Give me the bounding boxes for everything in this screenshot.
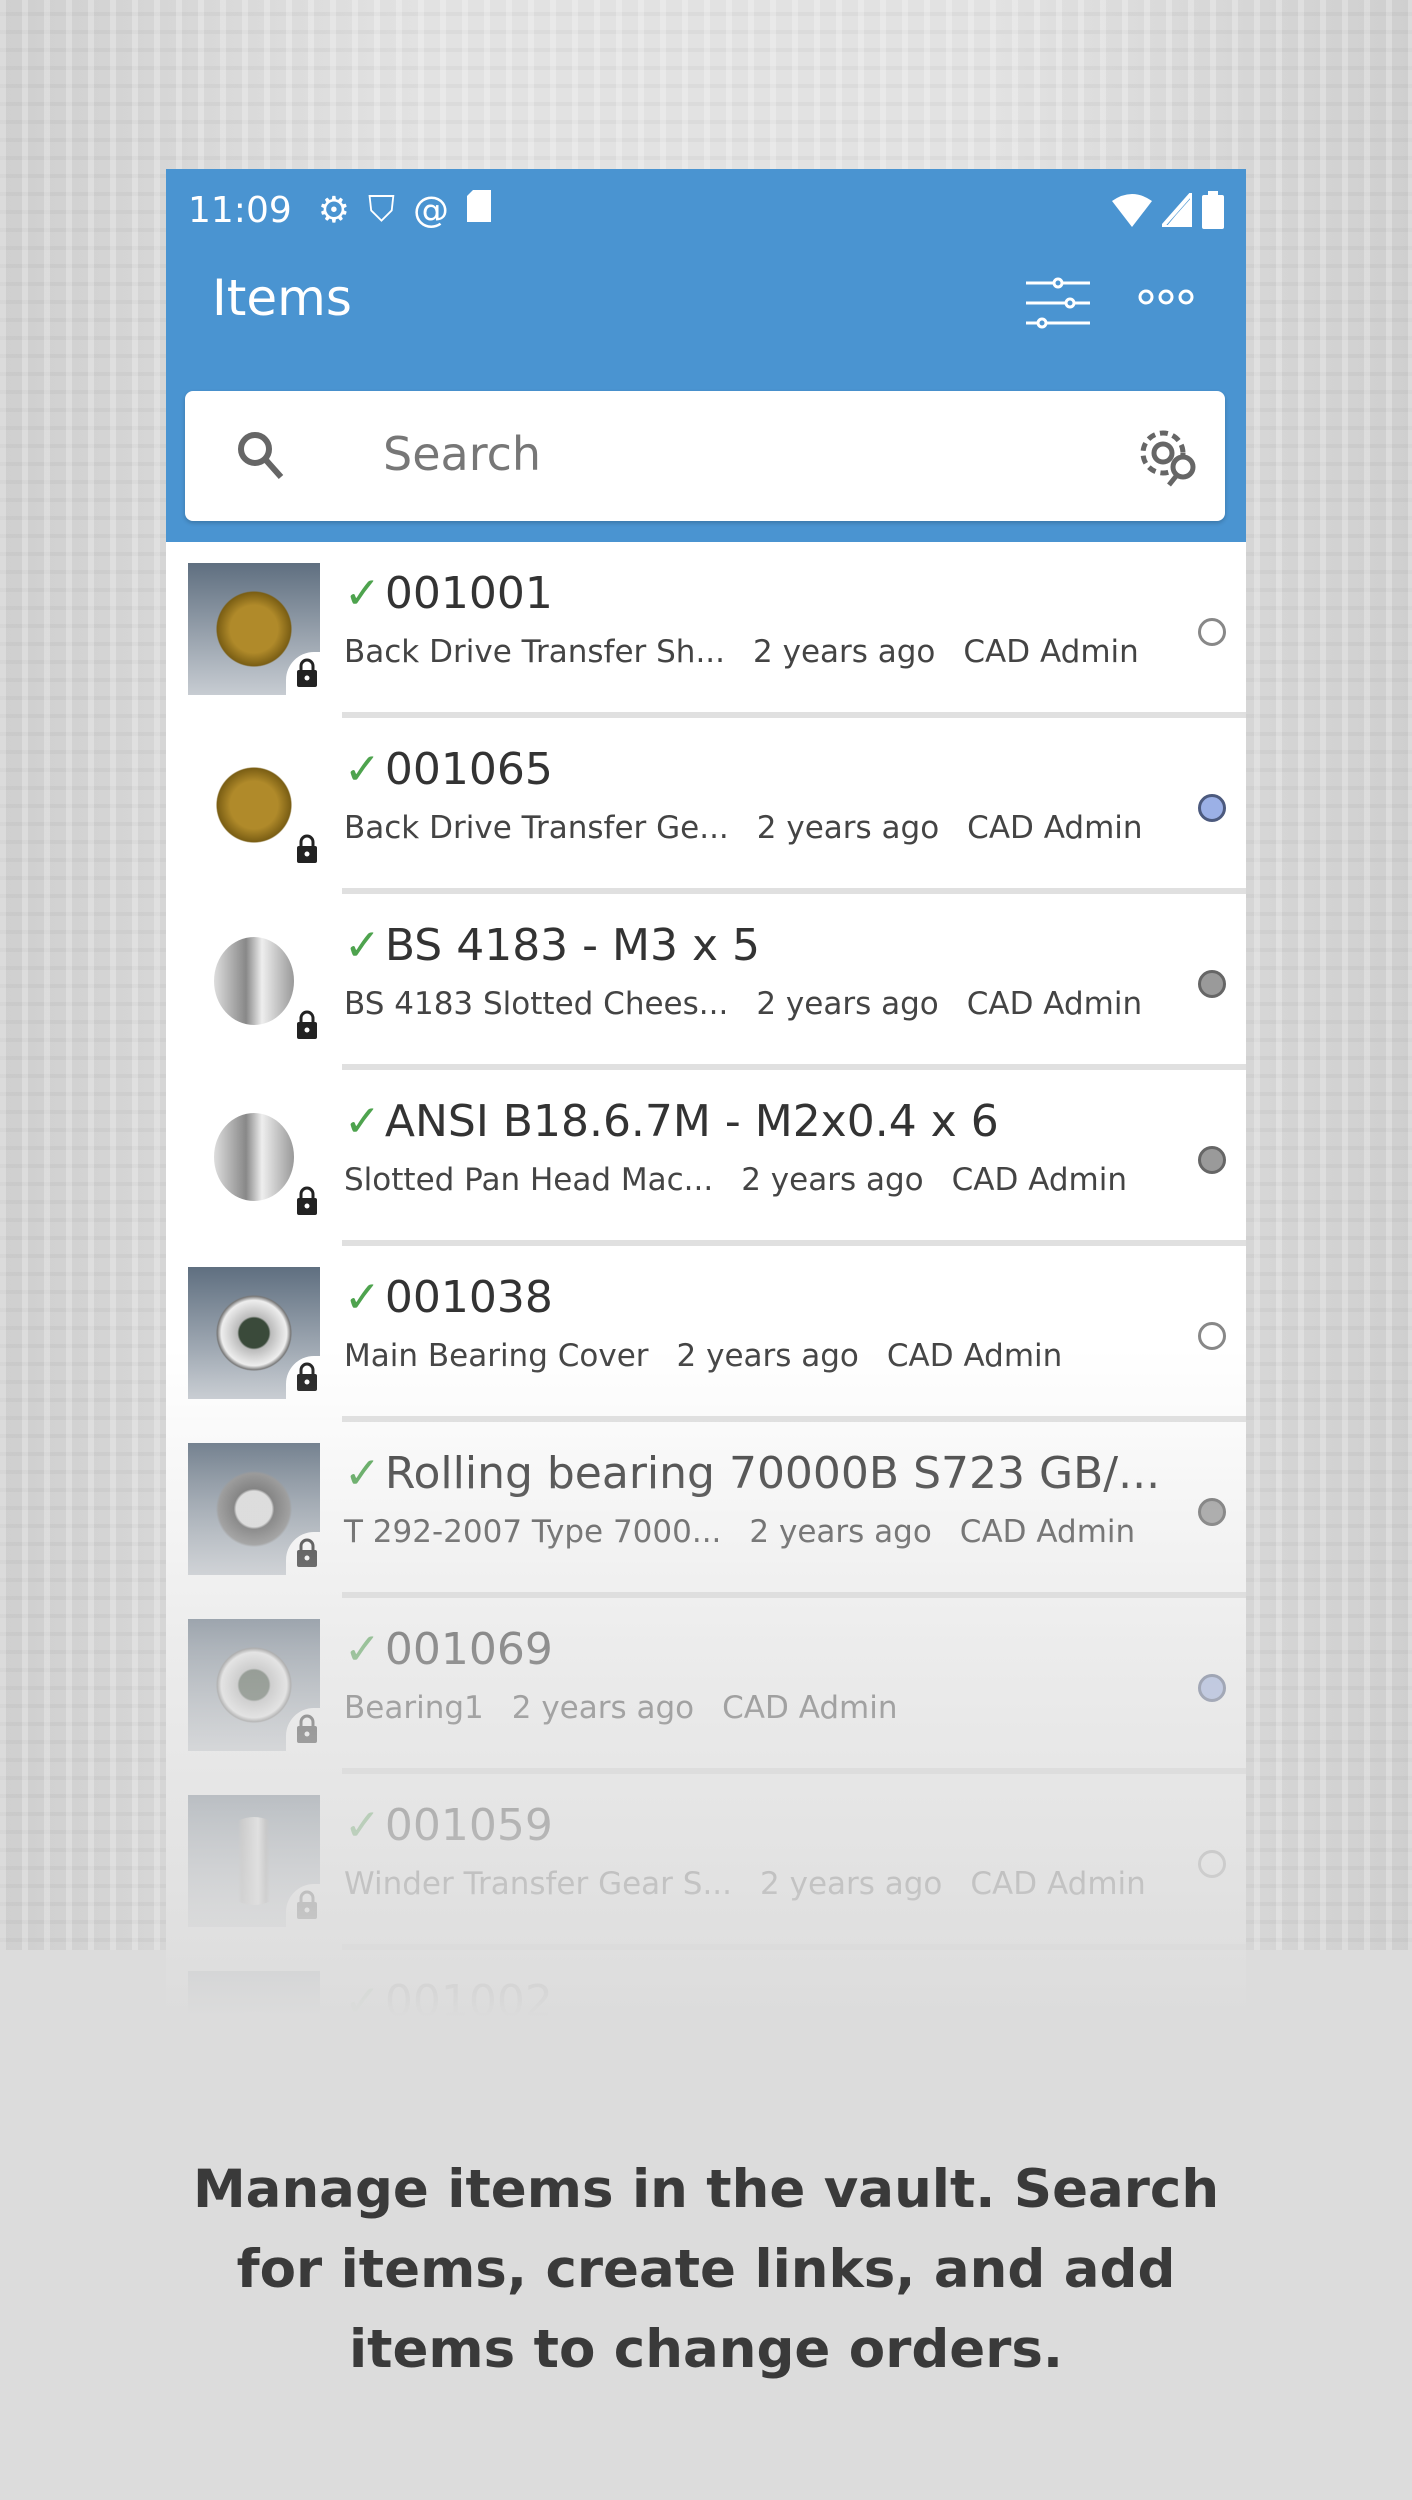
- item-select-radio[interactable]: [1198, 1146, 1226, 1174]
- search-settings-icon[interactable]: [1133, 423, 1203, 489]
- item-select-radio[interactable]: [1198, 970, 1226, 998]
- list-item[interactable]: ✓Rolling bearing 70000B S723 GB/... T 29…: [166, 1422, 1246, 1598]
- status-time: 11:09: [188, 189, 292, 231]
- item-number: ✓001002: [344, 1976, 553, 2019]
- phone-screen: 11:09 ⚙ ⛉ @ Items Search ✓001001 Back Dr…: [166, 169, 1246, 2019]
- item-user: CAD Admin: [722, 1690, 898, 1726]
- item-description: Main Bearing Cover: [344, 1338, 649, 1374]
- item-select-radio[interactable]: [1198, 1498, 1226, 1526]
- item-user: CAD Admin: [886, 1338, 1063, 1374]
- item-details: T 292-2007 Type 7000... 2 years ago CAD Ad…: [344, 1514, 1163, 1550]
- caption: Manage items in the vault. Search for it…: [192, 2159, 1220, 2380]
- item-select-radio[interactable]: [1198, 1850, 1226, 1878]
- item-number: ✓Rolling bearing 70000B S723 GB/...: [344, 1448, 1161, 1499]
- released-check-icon: ✓: [344, 1096, 381, 1147]
- page-title: Items: [212, 269, 352, 327]
- item-user: CAD Admin: [970, 1866, 1146, 1902]
- search-bar[interactable]: Search: [185, 391, 1225, 521]
- released-check-icon: ✓: [344, 920, 381, 971]
- item-description: Slotted Pan Head Mac...: [344, 1162, 714, 1198]
- item-modified: 2 years ago: [749, 1514, 932, 1550]
- item-select-radio[interactable]: [1198, 1322, 1226, 1350]
- item-details: Back Drive Transfer Ge... 2 years ago CAD …: [344, 810, 1171, 846]
- item-details: Back Drive Transfer Sh... 2 years ago CAD …: [344, 634, 1167, 670]
- item-number: ✓BS 4183 - M3 x 5: [344, 920, 760, 971]
- shield-play-icon: ⛉: [368, 189, 396, 230]
- item-modified: 2 years ago: [676, 1338, 859, 1374]
- item-modified: 2 years ago: [741, 1162, 924, 1198]
- item-number: ✓001065: [344, 744, 553, 795]
- item-select-radio[interactable]: [1198, 618, 1226, 646]
- sd-card-icon: [467, 189, 492, 231]
- released-check-icon: ✓: [344, 1448, 381, 1499]
- list-item[interactable]: ✓001069 Bearing1 2 years ago CAD Admin: [166, 1598, 1246, 1774]
- item-number: ✓ANSI B18.6.7M - M2x0.4 x 6: [344, 1096, 999, 1147]
- item-description: Bearing1: [344, 1690, 484, 1726]
- item-details: Main Bearing Cover 2 years ago CAD Admin: [344, 1338, 1090, 1374]
- list-item[interactable]: ✓BS 4183 - M3 x 5 BS 4183 Slotted Chees.…: [166, 894, 1246, 1070]
- signal-icon: [1162, 193, 1192, 227]
- item-number: ✓001038: [344, 1272, 553, 1323]
- list-item[interactable]: ✓001001 Back Drive Transfer Sh... 2 years…: [166, 542, 1246, 718]
- list-item[interactable]: ✓001059 Winder Transfer Gear S... 2 years…: [166, 1774, 1246, 1950]
- item-modified: 2 years ago: [753, 634, 936, 670]
- lock-icon: [297, 1010, 317, 1039]
- lock-icon: [297, 658, 317, 687]
- lock-icon: [297, 834, 317, 863]
- item-modified: 2 years ago: [756, 810, 940, 846]
- released-check-icon: ✓: [344, 1800, 381, 1851]
- list-item[interactable]: ✓ANSI B18.6.7M - M2x0.4 x 6 Slotted Pan …: [166, 1070, 1246, 1246]
- item-select-radio[interactable]: [1198, 1674, 1226, 1702]
- item-description: Back Drive Transfer Sh...: [344, 634, 726, 670]
- released-check-icon: ✓: [344, 1976, 381, 2019]
- at-sign-icon: @: [413, 189, 450, 231]
- released-check-icon: ✓: [344, 1624, 381, 1675]
- app-bar: 11:09 ⚙ ⛉ @ Items Search: [166, 169, 1246, 542]
- item-number: ✓001001: [344, 568, 553, 619]
- settings-icon: ⚙: [317, 189, 351, 231]
- list-item[interactable]: ✓001065 Back Drive Transfer Ge... 2 years…: [166, 718, 1246, 894]
- released-check-icon: ✓: [344, 744, 381, 795]
- item-description: BS 4183 Slotted Chees...: [344, 986, 729, 1022]
- item-modified: 2 years ago: [511, 1690, 695, 1726]
- lock-icon: [297, 1362, 317, 1391]
- filter-button[interactable]: [1026, 277, 1090, 333]
- item-thumbnail: [188, 1971, 320, 2019]
- item-user: CAD Admin: [966, 986, 1143, 1022]
- status-bar: 11:09 ⚙ ⛉ @: [188, 183, 1224, 237]
- item-list: ✓001001 Back Drive Transfer Sh... 2 years…: [166, 542, 1246, 2019]
- wifi-icon: [1112, 194, 1152, 227]
- item-details: BS 4183 Slotted Chees... 2 years ago CAD A…: [344, 986, 1170, 1022]
- item-details: Slotted Pan Head Mac... 2 years ago CAD Ad…: [344, 1162, 1155, 1198]
- search-input[interactable]: Search: [383, 427, 541, 481]
- list-item[interactable]: ✓001002: [166, 1950, 1246, 2019]
- sliders-icon: [1026, 277, 1090, 329]
- released-check-icon: ✓: [344, 568, 381, 619]
- search-icon: [238, 432, 284, 479]
- item-user: CAD Admin: [951, 1162, 1127, 1198]
- list-item[interactable]: ✓001038 Main Bearing Cover 2 years ago CAD…: [166, 1246, 1246, 1422]
- item-number: ✓001069: [344, 1624, 553, 1675]
- item-description: T 292-2007 Type 7000...: [344, 1514, 722, 1550]
- item-number: ✓001059: [344, 1800, 553, 1851]
- more-options-button[interactable]: [1138, 287, 1194, 311]
- lock-icon: [297, 1538, 317, 1567]
- lock-icon: [297, 1714, 317, 1743]
- item-user: CAD Admin: [963, 634, 1139, 670]
- lock-icon: [297, 1186, 317, 1215]
- item-modified: 2 years ago: [756, 986, 939, 1022]
- item-details: Winder Transfer Gear S... 2 years ago CAD …: [344, 1866, 1174, 1902]
- more-horizontal-icon: [1138, 289, 1194, 305]
- released-check-icon: ✓: [344, 1272, 381, 1323]
- item-description: Back Drive Transfer Ge...: [344, 810, 729, 846]
- item-user: CAD Admin: [967, 810, 1143, 846]
- lock-icon: [297, 1890, 317, 1919]
- item-select-radio[interactable]: [1198, 794, 1226, 822]
- item-details: Bearing1 2 years ago CAD Admin: [344, 1690, 926, 1726]
- battery-icon: [1202, 191, 1224, 229]
- item-description: Winder Transfer Gear S...: [344, 1866, 733, 1902]
- item-user: CAD Admin: [959, 1514, 1136, 1550]
- item-modified: 2 years ago: [760, 1866, 943, 1902]
